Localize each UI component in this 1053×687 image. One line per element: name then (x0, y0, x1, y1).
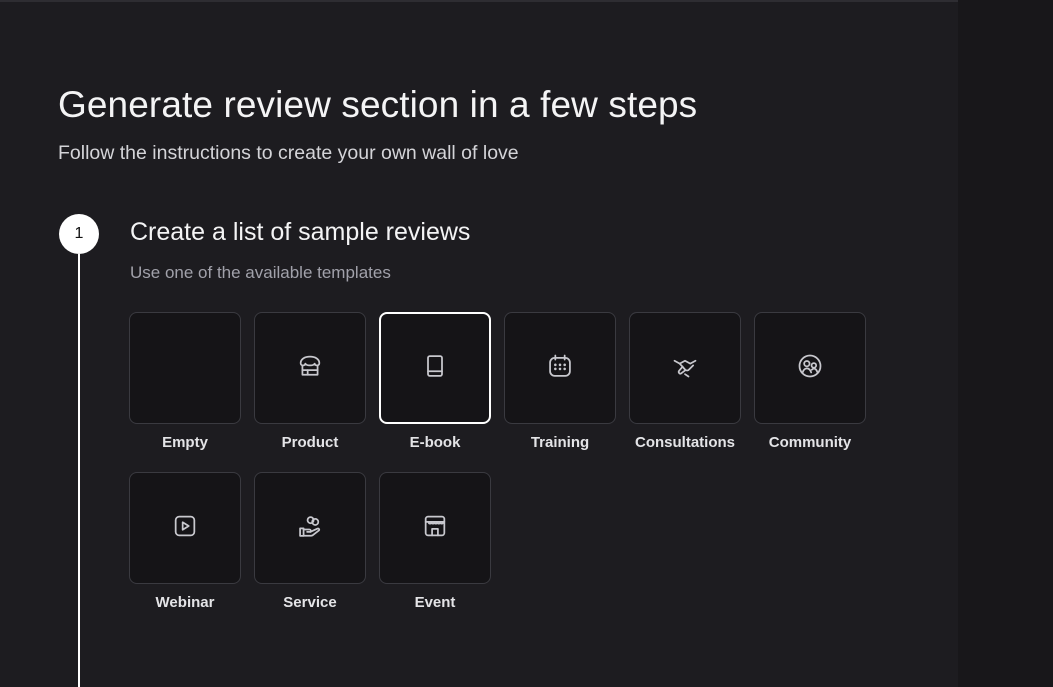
template-training[interactable]: Training (504, 312, 616, 452)
template-card[interactable] (254, 312, 366, 424)
template-consultations[interactable]: Consultations (629, 312, 741, 452)
book-icon (421, 352, 449, 385)
template-label: Consultations (635, 434, 735, 451)
hand-coins-icon (296, 512, 324, 545)
template-label: Training (530, 434, 590, 451)
page: Generate review section in a few steps F… (0, 0, 1053, 687)
right-side-panel (958, 0, 1053, 687)
handshake-icon (671, 352, 699, 385)
template-product[interactable]: Product (254, 312, 366, 452)
template-card[interactable] (629, 312, 741, 424)
template-label: Community (768, 434, 852, 451)
calendar-icon (546, 352, 574, 385)
template-card[interactable] (129, 312, 241, 424)
template-label: E-book (409, 434, 461, 451)
template-label: Event (414, 594, 456, 611)
template-label: Service (283, 594, 337, 611)
venue-icon (421, 512, 449, 545)
template-card[interactable] (754, 312, 866, 424)
template-empty[interactable]: Empty (129, 312, 241, 452)
page-subtitle: Follow the instructions to create your o… (58, 142, 519, 164)
template-card[interactable] (254, 472, 366, 584)
template-card[interactable] (129, 472, 241, 584)
template-label: Product (281, 434, 339, 451)
template-service[interactable]: Service (254, 472, 366, 612)
template-e-book[interactable]: E-book (379, 312, 491, 452)
step-number-badge: 1 (59, 214, 99, 254)
template-webinar[interactable]: Webinar (129, 472, 241, 612)
template-label: Webinar (155, 594, 215, 611)
step-description: Use one of the available templates (130, 263, 391, 282)
template-grid: Empty Product E-book Training Consultati… (129, 312, 866, 612)
template-community[interactable]: Community (754, 312, 866, 452)
template-event[interactable]: Event (379, 472, 491, 612)
play-square-icon (171, 512, 199, 545)
template-card[interactable] (504, 312, 616, 424)
page-title: Generate review section in a few steps (58, 84, 698, 125)
template-card[interactable] (379, 472, 491, 584)
users-round-icon (796, 352, 824, 385)
template-label: Empty (162, 434, 208, 451)
store-icon (296, 352, 324, 385)
step-connector-line (78, 254, 80, 687)
top-divider (0, 0, 958, 2)
template-card[interactable] (379, 312, 491, 424)
step-title: Create a list of sample reviews (130, 218, 471, 246)
